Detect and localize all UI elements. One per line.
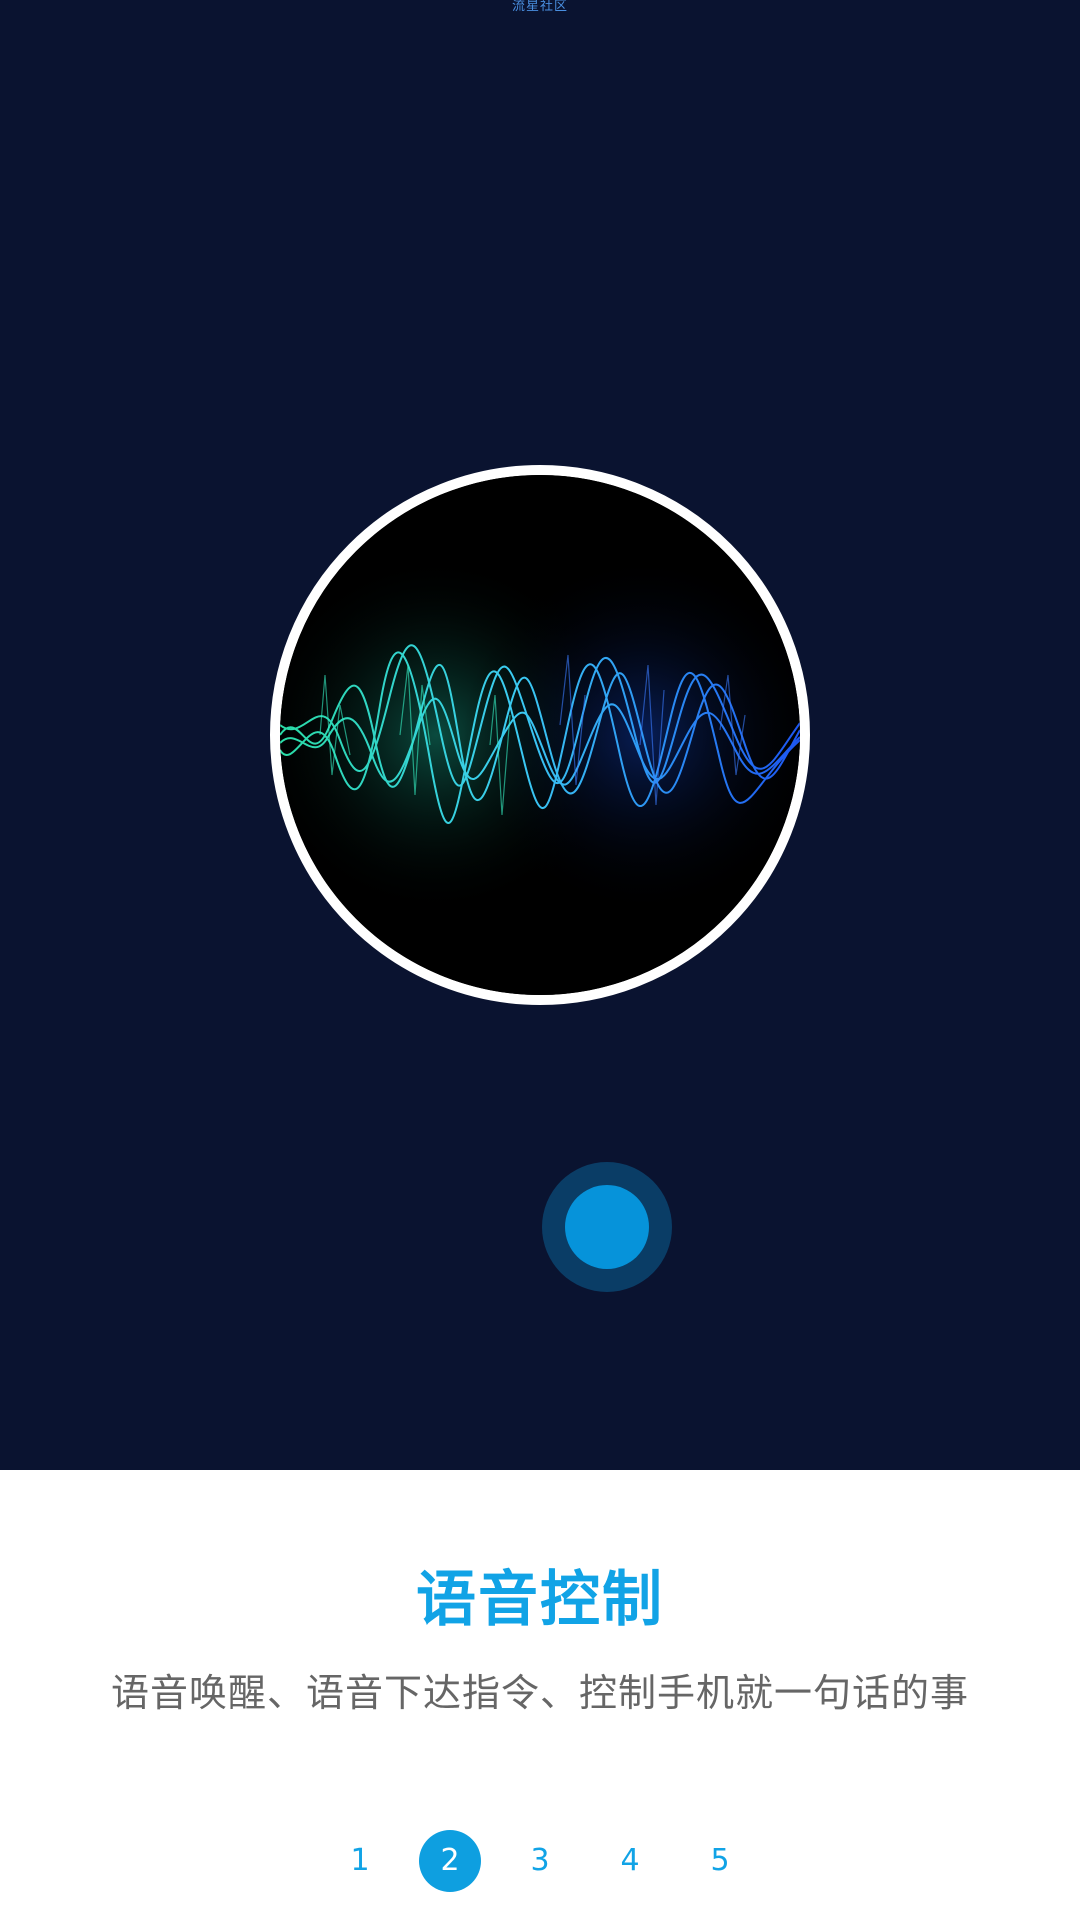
feature-description: 语音唤醒、语音下达指令、控制手机就一句话的事 xyxy=(110,1671,969,1715)
page-dot-1[interactable]: 1 xyxy=(329,1830,391,1892)
hero-banner: 流星社区 xyxy=(0,0,1080,1470)
page-dot-5[interactable]: 5 xyxy=(689,1830,751,1892)
mic-button-core xyxy=(565,1185,649,1269)
page-dot-4[interactable]: 4 xyxy=(599,1830,661,1892)
page-dot-3[interactable]: 3 xyxy=(509,1830,571,1892)
watermark-text: 流星社区 xyxy=(511,0,568,14)
waveform-image xyxy=(270,465,810,1005)
page-dot-2[interactable]: 2 xyxy=(419,1830,481,1892)
onboarding-screen: 流星社区 语音控制 语音唤醒、语音下达指令、控制手机就一句话的事 1 2 3 4… xyxy=(0,0,1080,1920)
voice-mic-button[interactable] xyxy=(542,1162,672,1292)
feature-title: 语音控制 xyxy=(416,1565,664,1635)
page-indicator: 1 2 3 4 5 xyxy=(0,1830,1080,1892)
